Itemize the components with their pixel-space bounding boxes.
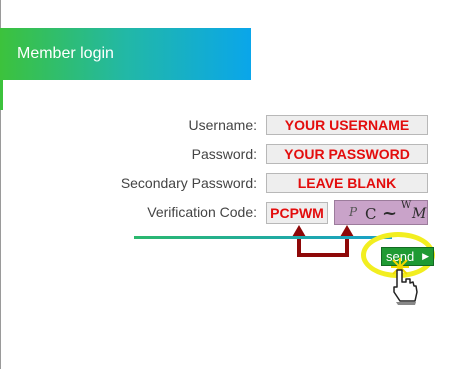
form-divider bbox=[134, 236, 392, 239]
play-triangle-icon: ▶ bbox=[422, 251, 429, 261]
arrow-to-code-field bbox=[292, 225, 323, 257]
arrow-to-captcha bbox=[323, 225, 354, 257]
annotation-arrows bbox=[292, 225, 354, 257]
hand-cursor-icon bbox=[391, 258, 418, 305]
